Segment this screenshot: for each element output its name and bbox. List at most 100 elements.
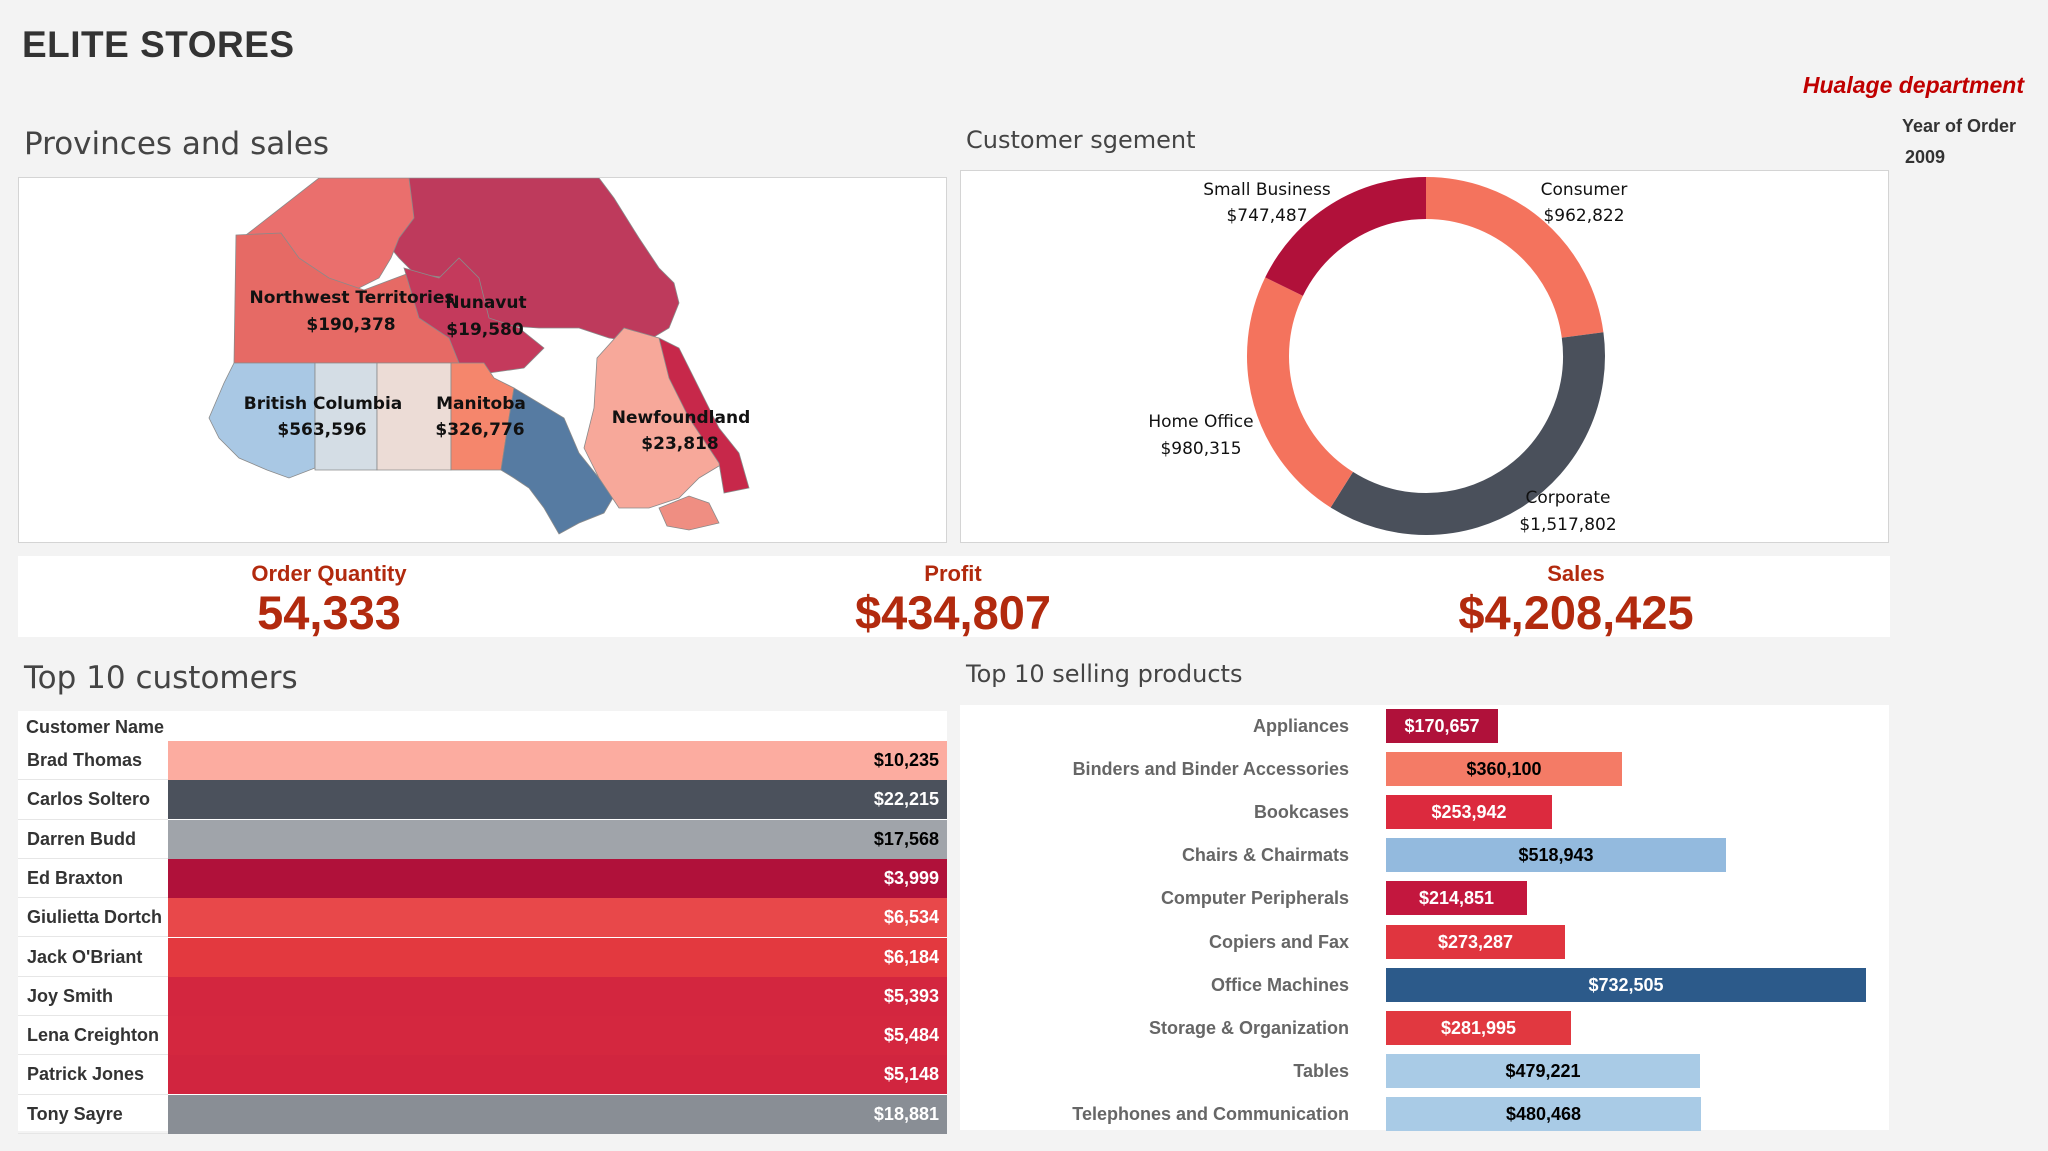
top-products-bar-chart[interactable]: Appliances $170,657 Binders and Binder Acc… <box>960 705 1889 1131</box>
segment-title: Customer sgement <box>966 126 1196 154</box>
map-label-nunavut-value: $19,580 <box>446 320 524 340</box>
product-category-label: Appliances <box>1252 716 1349 736</box>
product-bar[interactable]: $518,943 <box>1386 838 1726 873</box>
customer-sales-cell[interactable]: $5,393 <box>168 976 947 1016</box>
product-bar[interactable]: $480,468 <box>1386 1096 1701 1131</box>
map-label-newfoundland-value: $23,818 <box>641 434 718 454</box>
segment-label-corporate-name: Corporate <box>1526 488 1611 508</box>
kpi-order-quantity-label: Order Quantity <box>251 561 407 586</box>
table-row[interactable]: Joy Smith $5,393 <box>18 976 947 1017</box>
product-bar-value: $273,287 <box>1437 931 1514 952</box>
product-bar[interactable]: $281,995 <box>1386 1010 1571 1045</box>
map-region-saskatchewan[interactable] <box>376 362 452 471</box>
product-bar-row[interactable]: Telephones and Communication $480,468 <box>960 1096 1889 1140</box>
table-row[interactable]: Patrick Jones $5,148 <box>18 1055 947 1095</box>
year-filter[interactable]: Year of Order 2009 <box>1902 116 2016 168</box>
segment-label-home-office-value: $980,315 <box>1160 439 1241 459</box>
donut-slice-home-office[interactable] <box>1247 277 1354 508</box>
customer-sales-value: $6,534 <box>883 907 939 928</box>
row-divider <box>18 1132 168 1134</box>
customer-name: Tony Sayre <box>27 1103 123 1124</box>
product-bar-value: $170,657 <box>1404 716 1480 736</box>
top-customers-table[interactable]: Customer Name Brad Thomas $10,235 Carlos S… <box>18 711 947 1134</box>
map-label-northwest-territories-value: $190,378 <box>306 315 395 335</box>
table-row[interactable]: Giulietta Dortch $6,534 <box>18 898 947 938</box>
customer-name: Carlos Soltero <box>27 789 151 810</box>
customer-name-column-header[interactable]: Customer Name <box>26 717 164 738</box>
table-row[interactable]: Tony Sayre $18,881 <box>18 1094 947 1134</box>
customer-name: Ed Braxton <box>27 867 124 888</box>
customer-sales-cell[interactable]: $22,215 <box>168 780 947 820</box>
product-bar[interactable]: $479,221 <box>1386 1053 1700 1088</box>
product-bar-value: $479,221 <box>1505 1060 1581 1081</box>
product-bar-row[interactable]: Copiers and Fax $273,287 <box>960 924 1889 968</box>
map-label-newfoundland-name: Newfoundland <box>612 408 750 428</box>
product-category-label: Copiers and Fax <box>1208 931 1349 952</box>
product-bar[interactable]: $253,942 <box>1386 795 1552 830</box>
product-bar-value: $214,851 <box>1418 888 1495 909</box>
customer-sales-value: $5,148 <box>883 1064 939 1085</box>
customer-name: Patrick Jones <box>27 1064 145 1085</box>
map-label-manitoba-value: $326,776 <box>435 420 524 440</box>
segment-donut-panel[interactable]: Consumer $962,822 Corporate $1,517,802 H… <box>960 170 1889 543</box>
product-bar-row[interactable]: Tables $479,221 <box>960 1053 1889 1097</box>
customer-sales-value: $5,484 <box>883 1025 939 1046</box>
product-bar-row[interactable]: Appliances $170,657 <box>960 709 1889 752</box>
customer-name: Brad Thomas <box>27 750 143 770</box>
product-bar-row[interactable]: Binders and Binder Accessories $360,100 <box>960 752 1889 795</box>
kpi-band: Order Quantity 54,333 Profit $434,807 Sa… <box>18 556 1890 639</box>
kpi-profit-value: $434,807 <box>854 586 1052 639</box>
table-row[interactable]: Carlos Soltero $22,215 <box>18 780 947 820</box>
product-bar[interactable]: $214,851 <box>1386 881 1527 916</box>
customer-sales-cell[interactable]: $10,235 <box>168 741 947 780</box>
product-bar[interactable]: $732,505 <box>1386 967 1866 1002</box>
customer-name: Jack O'Briant <box>27 946 143 967</box>
year-filter-value[interactable]: 2009 <box>1902 147 2016 168</box>
map-label-british-columbia-value: $563,596 <box>277 420 366 440</box>
customer-sales-value: $5,393 <box>883 985 939 1006</box>
product-category-label: Computer Peripherals <box>1160 888 1349 909</box>
provinces-map[interactable]: Northwest Territories $190,378 Nunavut $… <box>18 177 947 543</box>
customer-sales-cell[interactable]: $6,534 <box>168 898 947 938</box>
product-bar-value: $281,995 <box>1440 1017 1517 1038</box>
customer-sales-value: $3,999 <box>883 867 939 888</box>
product-bar-row[interactable]: Storage & Organization $281,995 <box>960 1010 1889 1054</box>
product-category-label: Office Machines <box>1210 974 1349 995</box>
kpi-profit: Profit $434,807 <box>753 556 1153 639</box>
segment-label-corporate-value: $1,517,802 <box>1519 515 1616 535</box>
segment-label-home-office-name: Home Office <box>1148 412 1253 432</box>
customer-sales-value: $18,881 <box>873 1103 939 1124</box>
segment-label-small-business-name: Small Business <box>1203 180 1331 200</box>
table-row[interactable]: Darren Budd $17,568 <box>18 819 947 859</box>
products-title: Top 10 selling products <box>966 660 1243 688</box>
segment-label-consumer-value: $962,822 <box>1543 206 1624 226</box>
customer-sales-cell[interactable]: $17,568 <box>168 819 947 859</box>
customer-sales-cell[interactable]: $18,881 <box>168 1094 947 1134</box>
product-bar-row[interactable]: Computer Peripherals $214,851 <box>960 881 1889 924</box>
provinces-title: Provinces and sales <box>24 126 330 162</box>
product-bar[interactable]: $360,100 <box>1386 752 1622 787</box>
map-region-alberta[interactable] <box>314 362 378 471</box>
customer-sales-cell[interactable]: $6,184 <box>168 937 947 977</box>
table-row[interactable]: Lena Creighton $5,484 <box>18 1016 947 1056</box>
table-row[interactable]: Brad Thomas $10,235 <box>18 741 947 781</box>
segment-donut-chart[interactable]: Consumer $962,822 Corporate $1,517,802 H… <box>961 171 1890 544</box>
customer-sales-value: $22,215 <box>873 789 939 810</box>
customer-sales-cell[interactable]: $3,999 <box>168 858 947 898</box>
customer-sales-cell[interactable]: $5,148 <box>168 1055 947 1095</box>
customer-sales-cell[interactable]: $5,484 <box>168 1016 947 1056</box>
product-bar[interactable]: $170,657 <box>1386 709 1498 743</box>
table-row[interactable]: Ed Braxton $3,999 <box>18 858 947 899</box>
product-bar[interactable]: $273,287 <box>1386 924 1565 959</box>
canada-map[interactable]: Northwest Territories $190,378 Nunavut $… <box>19 178 947 543</box>
product-category-label: Binders and Binder Accessories <box>1072 759 1349 780</box>
product-bar-row[interactable]: Office Machines $732,505 <box>960 967 1889 1011</box>
map-label-nunavut-name: Nunavut <box>445 293 526 313</box>
customer-name: Darren Budd <box>27 828 137 849</box>
product-bar-row[interactable]: Bookcases $253,942 <box>960 795 1889 838</box>
table-row[interactable]: Jack O'Briant $6,184 <box>18 937 947 977</box>
product-bar-value: $360,100 <box>1466 759 1542 780</box>
product-bar-value: $480,468 <box>1505 1103 1582 1124</box>
product-bar-row[interactable]: Chairs & Chairmats $518,943 <box>960 838 1889 881</box>
map-label-manitoba-name: Manitoba <box>436 394 526 414</box>
